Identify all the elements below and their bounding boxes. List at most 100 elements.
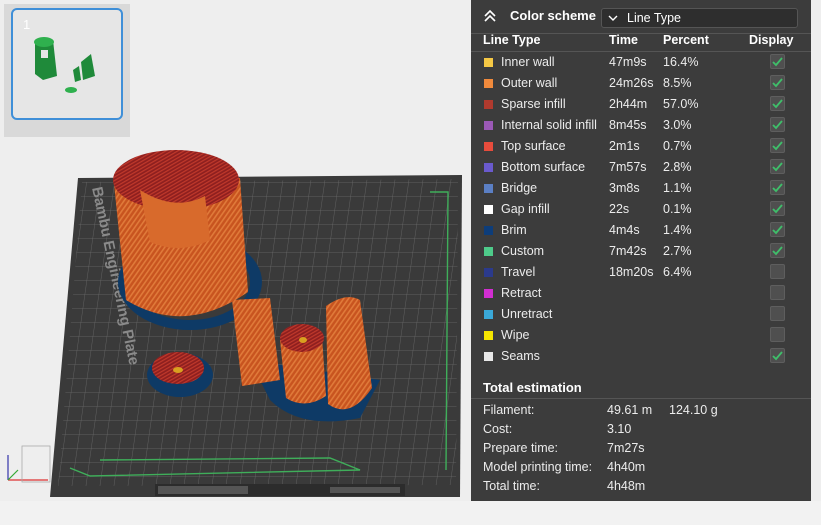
line-type-name: Brim xyxy=(501,223,527,237)
line-type-row: Custom 7m42s 2.7% xyxy=(471,242,811,263)
color-scheme-title: Color scheme xyxy=(510,8,596,23)
col-line-type: Line Type xyxy=(483,33,541,47)
line-type-name: Outer wall xyxy=(501,76,558,90)
line-type-time: 3m8s xyxy=(609,181,640,195)
line-type-percent: 57.0% xyxy=(663,97,699,111)
line-type-time: 22s xyxy=(609,202,630,216)
color-scheme-select[interactable]: Line Type xyxy=(601,8,798,28)
check-icon xyxy=(772,225,783,235)
3d-viewport[interactable]: Bambu Engineering Plate 1 Color scheme L… xyxy=(0,0,821,525)
col-time: Time xyxy=(609,33,638,47)
line-type-name: Wipe xyxy=(501,328,530,342)
display-checkbox[interactable] xyxy=(770,348,785,363)
display-checkbox[interactable] xyxy=(770,222,785,237)
line-type-row: Brim 4m4s 1.4% xyxy=(471,221,811,242)
color-swatch xyxy=(484,184,493,193)
line-type-name: Bottom surface xyxy=(501,160,586,174)
line-type-time: 4m4s xyxy=(609,223,640,237)
display-checkbox[interactable] xyxy=(770,138,785,153)
check-icon xyxy=(772,162,783,172)
line-type-row: Outer wall 24m26s 8.5% xyxy=(471,74,811,95)
line-type-percent: 0.1% xyxy=(663,202,692,216)
display-checkbox[interactable] xyxy=(770,117,785,132)
line-type-time: 8m45s xyxy=(609,118,647,132)
line-type-name: Inner wall xyxy=(501,55,555,69)
line-type-name: Sparse infill xyxy=(501,97,566,111)
plate-thumbnail-image xyxy=(34,37,95,93)
estimation-row: Filament: 49.61 m 124.10 g xyxy=(471,401,811,420)
line-type-percent: 2.8% xyxy=(663,160,692,174)
line-type-time: 24m26s xyxy=(609,76,654,90)
total-estimation-title: Total estimation xyxy=(483,380,582,395)
collapse-up-icon[interactable] xyxy=(483,9,497,23)
estimation-label: Model printing time: xyxy=(483,460,593,474)
estimation-value: 4h40m xyxy=(607,460,646,474)
display-checkbox[interactable] xyxy=(770,285,785,300)
line-type-row: Unretract xyxy=(471,305,811,326)
estimation-label: Prepare time: xyxy=(483,441,559,455)
line-type-row: Travel 18m20s 6.4% xyxy=(471,263,811,284)
line-type-row: Internal solid infill 8m45s 3.0% xyxy=(471,116,811,137)
line-type-name: Retract xyxy=(501,286,542,300)
line-type-row: Bridge 3m8s 1.1% xyxy=(471,179,811,200)
bottom-bar xyxy=(0,501,821,525)
line-type-percent: 6.4% xyxy=(663,265,692,279)
line-type-row: Sparse infill 2h44m 57.0% xyxy=(471,95,811,116)
color-scheme-selected: Line Type xyxy=(627,11,681,25)
line-type-name: Unretract xyxy=(501,307,553,321)
line-type-percent: 0.7% xyxy=(663,139,692,153)
display-checkbox[interactable] xyxy=(770,201,785,216)
display-checkbox[interactable] xyxy=(770,180,785,195)
check-icon xyxy=(772,78,783,88)
color-swatch xyxy=(484,247,493,256)
line-type-name: Internal solid infill xyxy=(501,118,597,132)
estimation-row: Prepare time: 7m27s xyxy=(471,439,811,458)
display-checkbox[interactable] xyxy=(770,96,785,111)
line-type-time: 18m20s xyxy=(609,265,654,279)
line-type-time: 7m42s xyxy=(609,244,647,258)
line-type-time: 2m1s xyxy=(609,139,640,153)
line-type-percent: 3.0% xyxy=(663,118,692,132)
line-type-name: Bridge xyxy=(501,181,538,195)
display-checkbox[interactable] xyxy=(770,306,785,321)
color-swatch xyxy=(484,226,493,235)
color-swatch xyxy=(484,58,493,67)
estimation-label: Total time: xyxy=(483,479,540,493)
line-type-row: Gap infill 22s 0.1% xyxy=(471,200,811,221)
check-icon xyxy=(772,246,783,256)
display-checkbox[interactable] xyxy=(770,54,785,69)
color-scheme-panel: Color scheme Line Type Line Type Time Pe… xyxy=(471,0,811,501)
estimation-row: Cost: 3.10 xyxy=(471,420,811,439)
estimation-value: 7m27s xyxy=(607,441,645,455)
line-type-row: Retract xyxy=(471,284,811,305)
display-checkbox[interactable] xyxy=(770,75,785,90)
col-display: Display xyxy=(749,33,794,47)
color-swatch xyxy=(484,205,493,214)
line-type-row: Bottom surface 7m57s 2.8% xyxy=(471,158,811,179)
color-swatch xyxy=(484,352,493,361)
display-checkbox[interactable] xyxy=(770,264,785,279)
line-type-name: Seams xyxy=(501,349,540,363)
line-type-row: Seams xyxy=(471,347,811,368)
check-icon xyxy=(772,183,783,193)
estimation-value: 3.10 xyxy=(607,422,632,436)
line-type-name: Gap infill xyxy=(501,202,550,216)
estimation-value: 49.61 m xyxy=(607,403,653,417)
color-swatch xyxy=(484,163,493,172)
display-checkbox[interactable] xyxy=(770,327,785,342)
color-swatch xyxy=(484,79,493,88)
display-checkbox[interactable] xyxy=(770,159,785,174)
check-icon xyxy=(772,120,783,130)
line-type-percent: 16.4% xyxy=(663,55,699,69)
color-swatch xyxy=(484,331,493,340)
plate-thumbnail[interactable]: 1 xyxy=(11,8,123,120)
color-swatch xyxy=(484,121,493,130)
check-icon xyxy=(772,351,783,361)
line-type-time: 47m9s xyxy=(609,55,647,69)
color-swatch xyxy=(484,310,493,319)
check-icon xyxy=(772,99,783,109)
display-checkbox[interactable] xyxy=(770,243,785,258)
line-type-name: Travel xyxy=(501,265,536,279)
line-type-percent: 2.7% xyxy=(663,244,692,258)
line-type-row: Wipe xyxy=(471,326,811,347)
